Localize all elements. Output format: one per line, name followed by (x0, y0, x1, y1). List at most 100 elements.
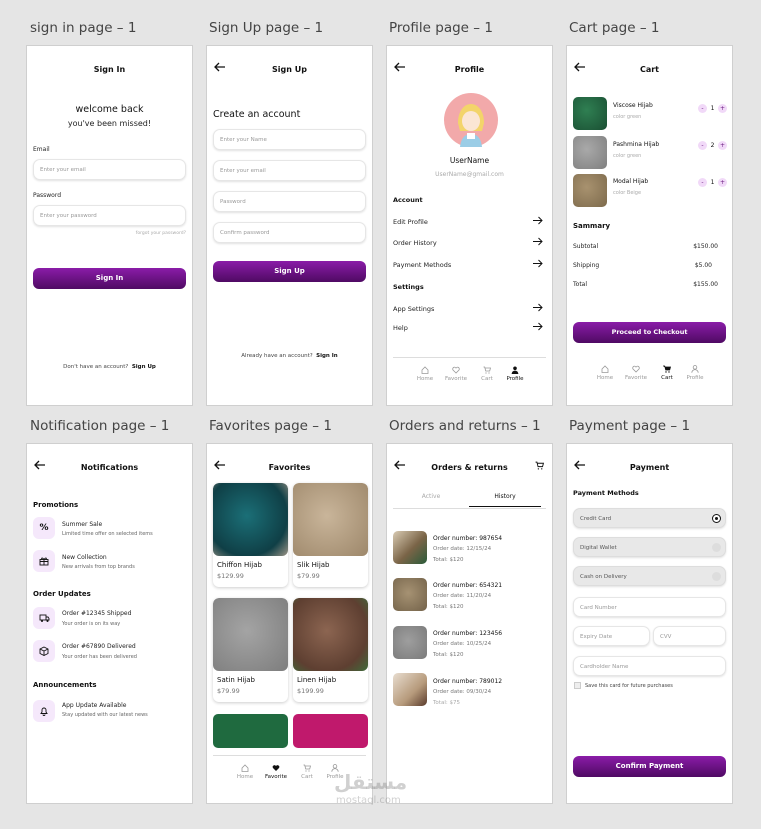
nav-home-label: Home (416, 376, 434, 382)
nav-home[interactable]: Home (231, 764, 259, 780)
plus-button[interactable]: + (718, 104, 727, 113)
arrow-right-icon (533, 259, 543, 268)
product-image[interactable] (213, 714, 288, 748)
method-cash-on-delivery[interactable]: Cash on Delivery (573, 566, 726, 586)
heart-icon (272, 765, 280, 771)
method-credit-card[interactable]: Credit Card (573, 508, 726, 528)
profile-email: UserName@gmail.com (435, 171, 504, 178)
arrow-right-icon (533, 303, 543, 312)
notification-title: Order #12345 Shipped (62, 610, 132, 617)
menu-order-history[interactable]: Order History (393, 237, 546, 247)
quantity-value: 1 (710, 105, 715, 112)
minus-button[interactable]: - (698, 178, 707, 187)
nav-home-label: Home (236, 774, 254, 780)
nav-home[interactable]: Home (591, 365, 619, 381)
cart-icon (663, 365, 671, 373)
cardholder-name-field[interactable]: Cardholder Name (573, 656, 726, 676)
nav-favorite[interactable]: Favorite (262, 764, 290, 780)
watermark-url: mostaql.com (336, 795, 401, 806)
plus-button[interactable]: + (718, 178, 727, 187)
quantity-stepper[interactable]: -1 + (698, 178, 728, 187)
signin-screen: Sign In welcome back you've been missed!… (26, 45, 193, 406)
product-name: Slik Hijab (297, 561, 330, 569)
product-card[interactable]: Satin Hijab $79.99 (213, 598, 288, 702)
nav-cart[interactable]: Cart (293, 764, 321, 780)
email-field[interactable]: Enter your email (213, 160, 366, 181)
nav-home[interactable]: Home (411, 366, 439, 382)
quantity-stepper[interactable]: -2 + (698, 141, 728, 150)
confirm-password-field[interactable]: Confirm password (213, 222, 366, 243)
signin-button[interactable]: Sign In (33, 268, 186, 289)
product-image[interactable] (293, 714, 368, 748)
cart-icon (483, 366, 491, 374)
percent-icon: % (33, 517, 55, 539)
product-card[interactable]: Linen Hijab $199.99 (293, 598, 368, 702)
email-field[interactable]: Enter your email (33, 159, 186, 180)
tab-active[interactable]: Active (393, 493, 469, 500)
bell-icon (33, 700, 55, 722)
menu-edit-profile[interactable]: Edit Profile (393, 216, 546, 226)
profile-username: UserName (449, 156, 490, 165)
plus-button[interactable]: + (718, 141, 727, 150)
notification-desc: Limited time offer on selected items (62, 531, 153, 537)
confirm-payment-button[interactable]: Confirm Payment (573, 756, 726, 777)
card-number-field[interactable]: Card Number (573, 597, 726, 617)
nav-favorite[interactable]: Favorite (622, 365, 650, 381)
name-field[interactable]: Enter your Name (213, 129, 366, 150)
shipping-label: Shipping (573, 262, 600, 269)
signup-button[interactable]: Sign Up (213, 261, 366, 282)
cart-item-name: Modal Hijab (613, 178, 649, 185)
promotions-title: Promotions (33, 501, 79, 509)
email-label: Email (33, 146, 50, 153)
arrow-right-icon (533, 237, 543, 246)
radio-selected[interactable] (712, 514, 721, 523)
nav-cart[interactable]: Cart (473, 366, 501, 382)
cart-screen: Cart Viscose Hijab color green -1 + Pashm… (566, 45, 733, 406)
minus-button[interactable]: - (698, 141, 707, 150)
save-card-checkbox[interactable] (574, 682, 581, 689)
nav-profile[interactable]: Profile (501, 366, 529, 382)
heart-icon (452, 366, 460, 374)
product-card[interactable]: Chiffon Hijab $129.99 (213, 483, 288, 587)
product-card[interactable]: Slik Hijab $79.99 (293, 483, 368, 587)
cvv-field[interactable]: CVV (653, 626, 726, 646)
page-title: Notifications (80, 463, 139, 472)
tab-history[interactable]: History (469, 493, 541, 507)
nav-favorite-label: Favorite (445, 376, 467, 382)
menu-payment-methods[interactable]: Payment Methods (393, 259, 546, 269)
signup-link[interactable]: Sign Up (132, 364, 156, 370)
signin-link[interactable]: Sign In (316, 353, 338, 359)
quantity-stepper[interactable]: -1 + (698, 104, 728, 113)
notification-desc: New arrivals from top brands (62, 564, 135, 570)
nav-home-label: Home (596, 375, 614, 381)
settings-section-title: Settings (393, 283, 424, 291)
method-digital-wallet[interactable]: Digital Wallet (573, 537, 726, 557)
order-number: Order number: 789012 (433, 678, 503, 685)
password-field[interactable]: Password (213, 191, 366, 212)
product-price: $199.99 (297, 687, 324, 695)
product-name: Linen Hijab (297, 676, 337, 684)
minus-button[interactable]: - (698, 104, 707, 113)
nav-favorite[interactable]: Favorite (442, 366, 470, 382)
watermark-logo: مستقل (334, 770, 408, 794)
quantity-value: 1 (710, 179, 715, 186)
notification-desc: Your order has been delivered (62, 654, 137, 660)
cart-icon[interactable] (535, 461, 544, 470)
nav-profile[interactable]: Profile (681, 365, 709, 381)
expiry-date-field[interactable]: Expiry Date (573, 626, 650, 646)
menu-help[interactable]: Help (393, 322, 546, 332)
menu-app-settings[interactable]: App Settings (393, 303, 546, 313)
avatar[interactable] (444, 93, 498, 147)
radio-unselected[interactable] (712, 543, 721, 552)
frame-label-cart: Cart page – 1 (569, 20, 660, 36)
page-title: Favorites (268, 463, 311, 472)
nav-cart[interactable]: Cart (653, 365, 681, 381)
password-field[interactable]: Enter your password (33, 205, 186, 226)
subtotal-label: Subtotal (573, 243, 599, 250)
checkout-button[interactable]: Proceed to Checkout (573, 322, 726, 343)
order-date: Order date: 09/30/24 (433, 689, 492, 695)
forgot-password-link[interactable]: forgot your password? (136, 231, 186, 236)
radio-unselected[interactable] (712, 572, 721, 581)
signin-prompt: Already have an account? Sign In (207, 353, 372, 359)
payment-methods-title: Payment Methods (573, 489, 639, 497)
